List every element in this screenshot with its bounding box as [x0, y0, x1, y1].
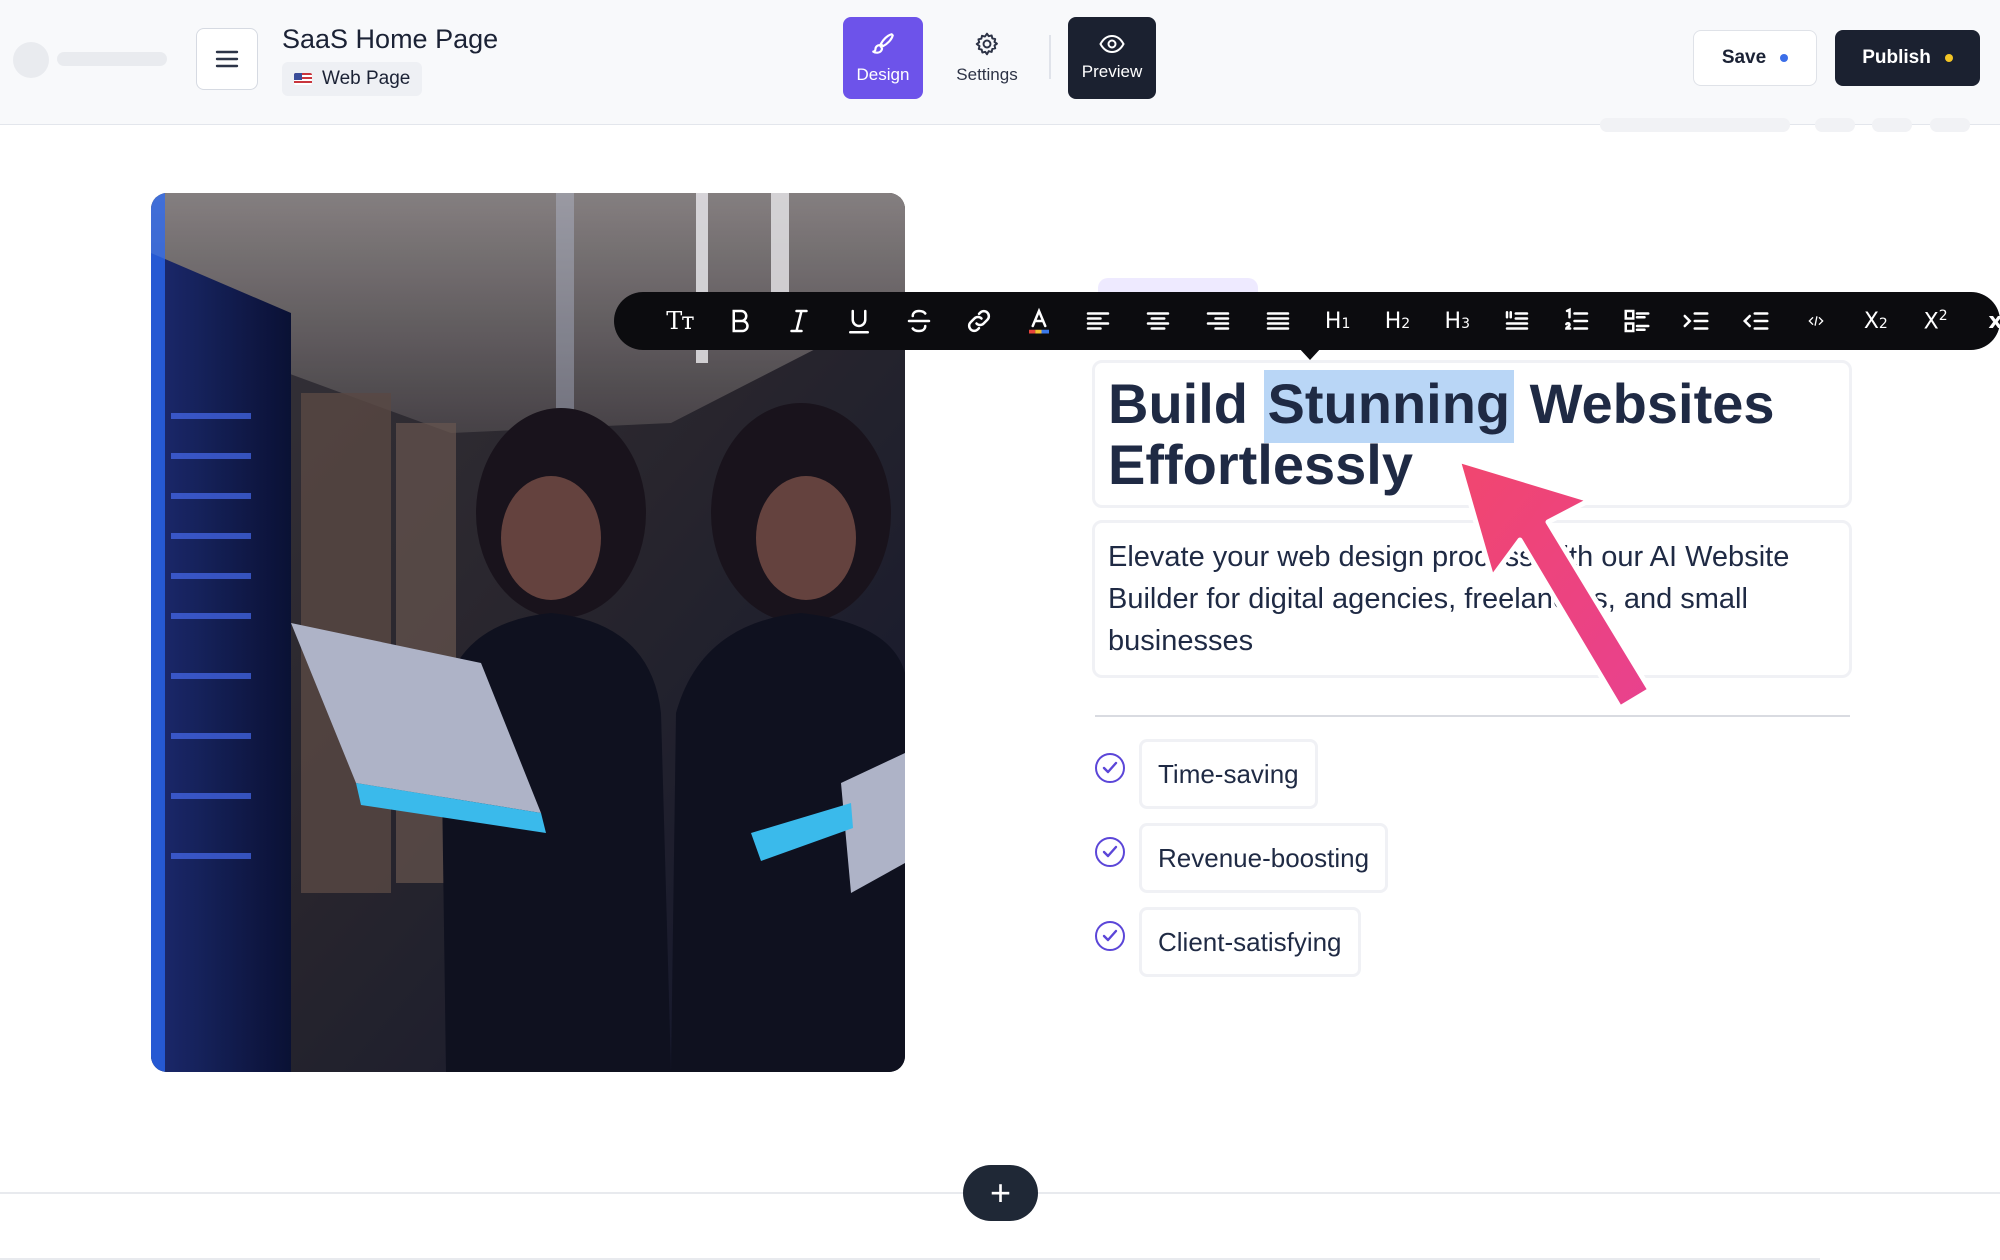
strikethrough-icon[interactable] [889, 292, 949, 350]
publish-status-dot [1944, 54, 1953, 62]
hidden-toolbar-shadow [1930, 118, 1970, 132]
tab-preview[interactable]: Preview [1068, 17, 1156, 99]
hidden-toolbar-shadow [1815, 118, 1855, 132]
heading-1-icon[interactable]: H1 [1308, 292, 1368, 350]
blockquote-icon[interactable] [1487, 292, 1547, 350]
text-size-icon[interactable]: Tт [650, 292, 710, 350]
italic-icon[interactable] [770, 292, 830, 350]
tab-design[interactable]: Design [843, 17, 923, 99]
align-left-icon[interactable] [1069, 292, 1129, 350]
feature-label[interactable]: Revenue-boosting [1139, 823, 1389, 893]
indent-icon[interactable] [1667, 292, 1727, 350]
headline-start: Build [1108, 372, 1264, 435]
underline-icon[interactable] [829, 292, 889, 350]
save-status-dot [1780, 54, 1789, 62]
text-format-toolbar: Tт H1 H2 H3 X2 X2 x [614, 292, 2000, 350]
avatar-placeholder [13, 42, 49, 78]
feature-label[interactable]: Client-satisfying [1139, 907, 1361, 977]
page-type-badge[interactable]: Web Page [282, 62, 423, 96]
save-label: Save [1721, 47, 1767, 68]
tab-preview-label: Preview [1081, 62, 1143, 81]
align-center-icon[interactable] [1128, 292, 1188, 350]
hidden-toolbar-shadow [1600, 118, 1790, 132]
tab-settings-label: Settings [956, 65, 1018, 84]
name-placeholder [57, 52, 167, 66]
menu-button[interactable] [196, 28, 258, 90]
heading-2-icon[interactable]: H2 [1368, 292, 1428, 350]
us-flag-icon [294, 73, 312, 85]
pointer-arrow-icon [1455, 457, 1653, 710]
page-type-label: Web Page [322, 68, 411, 89]
align-right-icon[interactable] [1188, 292, 1248, 350]
check-icon [1095, 921, 1125, 951]
brush-icon [872, 33, 894, 54]
page-title: SaaS Home Page [282, 24, 499, 54]
gear-icon [975, 32, 998, 56]
toolbar-pointer [1298, 347, 1322, 360]
outdent-icon[interactable] [1726, 292, 1786, 350]
add-section-button[interactable]: + [963, 1165, 1038, 1221]
checklist-icon[interactable] [1607, 292, 1667, 350]
publish-label: Publish [1862, 47, 1931, 68]
heading-3-icon[interactable]: H3 [1427, 292, 1487, 350]
publish-button[interactable]: Publish [1835, 30, 1980, 86]
eye-icon [1099, 34, 1125, 54]
ordered-list-icon[interactable] [1547, 292, 1607, 350]
text-color-icon[interactable] [1009, 292, 1069, 350]
hidden-toolbar-shadow [1872, 118, 1912, 132]
feature-label[interactable]: Time-saving [1139, 739, 1318, 809]
tab-design-label: Design [856, 65, 910, 84]
editor-header: SaaS Home Page Web Page Design Settings … [0, 0, 2000, 125]
hamburger-icon [215, 50, 239, 68]
tab-settings[interactable]: Settings [947, 17, 1027, 99]
align-justify-icon[interactable] [1248, 292, 1308, 350]
code-icon[interactable] [1786, 292, 1846, 350]
divider [1095, 715, 1850, 717]
feature-item: Revenue-boosting [1095, 823, 1389, 893]
bold-icon[interactable] [710, 292, 770, 350]
feature-item: Time-saving [1095, 739, 1318, 809]
check-icon [1095, 837, 1125, 867]
clear-format-icon[interactable]: x [1966, 292, 2000, 350]
superscript-icon[interactable]: X2 [1906, 292, 1966, 350]
tab-divider [1049, 35, 1051, 79]
subscript-icon[interactable]: X2 [1846, 292, 1906, 350]
save-button[interactable]: Save [1693, 30, 1817, 86]
link-icon[interactable] [949, 292, 1009, 350]
check-icon [1095, 753, 1125, 783]
feature-item: Client-satisfying [1095, 907, 1361, 977]
